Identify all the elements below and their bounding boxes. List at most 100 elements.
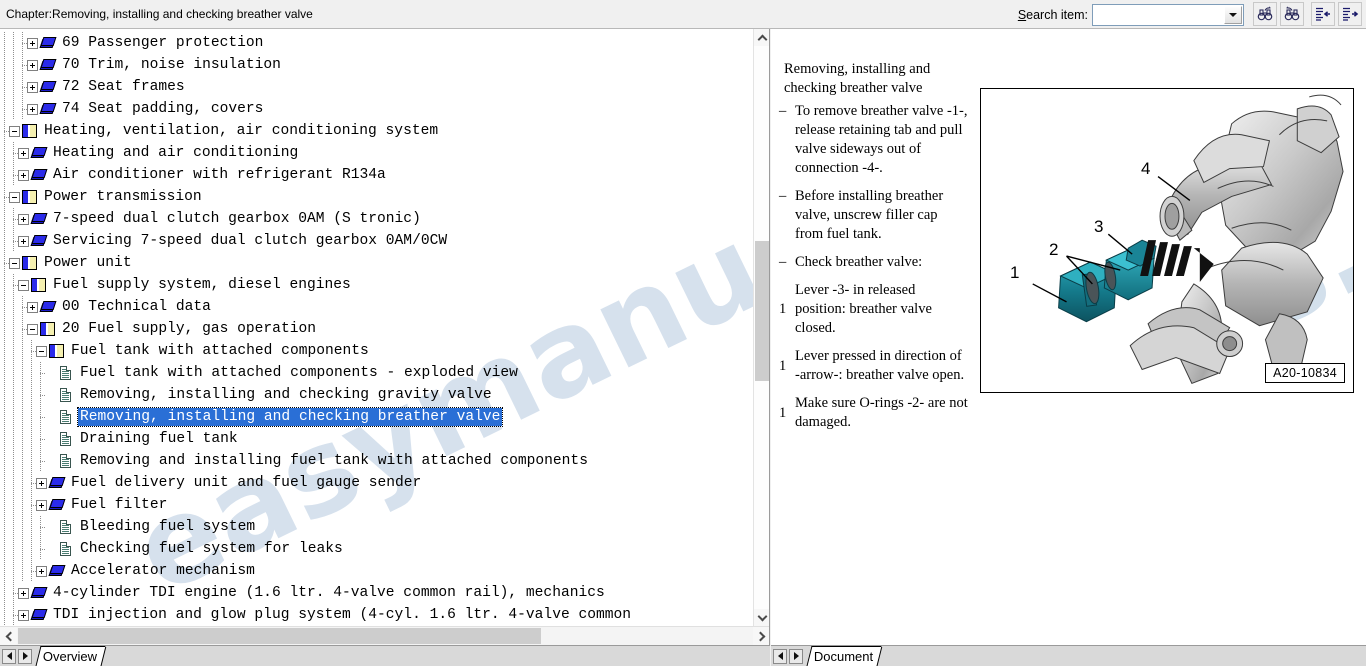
tree-item[interactable]: Draining fuel tank — [0, 428, 754, 450]
search-input[interactable] — [1095, 5, 1223, 24]
tree-item-label: TDI injection and glow plug system (4-cy… — [53, 607, 632, 623]
tree-item-label: 20 Fuel supply, gas operation — [62, 321, 316, 337]
document-icon — [57, 518, 76, 536]
tree-item[interactable]: Bleeding fuel system — [0, 516, 754, 538]
collapse-node-button[interactable] — [9, 191, 20, 203]
tree-indent-guide — [18, 450, 27, 472]
tree-item[interactable]: 20 Fuel supply, gas operation — [0, 318, 754, 340]
expand-node-button[interactable] — [18, 609, 29, 621]
search-previous-button[interactable] — [1253, 2, 1277, 26]
expand-node-button[interactable] — [27, 59, 38, 71]
tab-document[interactable]: Document — [806, 646, 882, 666]
tree-item[interactable]: 69 Passenger protection — [0, 32, 754, 54]
tree-item[interactable]: 74 Seat padding, covers — [0, 98, 754, 120]
instruction-marker: – — [779, 188, 787, 204]
tree-item[interactable]: Power unit — [0, 252, 754, 274]
tab-next-button-left[interactable] — [18, 648, 32, 664]
expand-node-button[interactable] — [18, 147, 29, 159]
tab-next-button-right[interactable] — [789, 648, 803, 664]
tree-item[interactable]: TDI injection and glow plug system (4-cy… — [0, 604, 754, 626]
tree-item[interactable]: Heating, ventilation, air conditioning s… — [0, 120, 754, 142]
tree-indent-guide — [0, 208, 9, 230]
tree-viewport[interactable]: easymanuals 69 Passenger protection 70 Tr… — [0, 29, 754, 626]
tree-item[interactable]: Fuel supply system, diesel engines — [0, 274, 754, 296]
expand-node-button[interactable] — [36, 477, 47, 489]
tree-item[interactable]: Fuel filter — [0, 494, 754, 516]
scroll-left-button[interactable] — [0, 627, 17, 645]
tree-item[interactable]: Accelerator mechanism — [0, 560, 754, 582]
expand-node-button[interactable] — [36, 499, 47, 511]
tree-item[interactable]: Air conditioner with refrigerant R134a — [0, 164, 754, 186]
left-tab-strip: Overview — [0, 645, 770, 666]
tree-vertical-scrollbar[interactable] — [753, 29, 769, 626]
tree-item[interactable]: Removing, installing and checking gravit… — [0, 384, 754, 406]
tree-item-label: 72 Seat frames — [62, 79, 185, 95]
tab-strip-filler-left — [103, 645, 770, 666]
collapse-node-button[interactable] — [9, 125, 20, 137]
tree-horizontal-scrollbar[interactable] — [0, 626, 769, 645]
closed-book-icon — [30, 166, 49, 184]
tree-item-label: 69 Passenger protection — [62, 35, 264, 51]
tree-item-label: Fuel tank with attached components - exp… — [80, 365, 518, 381]
expand-node-button[interactable] — [27, 301, 38, 313]
tree-item[interactable]: Removing and installing fuel tank with a… — [0, 450, 754, 472]
expand-node-button[interactable] — [36, 565, 47, 577]
expand-node-button[interactable] — [27, 37, 38, 49]
tree-indent-guide — [0, 384, 9, 406]
tree-indent-guide — [27, 340, 37, 362]
tree-item-selected[interactable]: Removing, installing and checking breath… — [0, 406, 754, 428]
closed-book-icon — [30, 144, 49, 162]
scroll-up-button[interactable] — [754, 29, 769, 46]
tree-item[interactable]: 72 Seat frames — [0, 76, 754, 98]
tree-item[interactable]: Servicing 7-speed dual clutch gearbox 0A… — [0, 230, 754, 252]
collapse-node-button[interactable] — [27, 323, 38, 335]
tab-prev-button-right[interactable] — [773, 648, 787, 664]
tree-indent-guide — [0, 98, 9, 120]
tree-item[interactable]: Fuel tank with attached components — [0, 340, 754, 362]
figure-callout-2: 2 — [1049, 240, 1059, 259]
horizontal-scroll-thumb[interactable] — [18, 628, 541, 644]
expand-node-button[interactable] — [18, 213, 29, 225]
chevron-down-icon[interactable] — [1224, 5, 1242, 24]
document-icon — [57, 430, 76, 448]
tree-item[interactable]: Fuel delivery unit and fuel gauge sender — [0, 472, 754, 494]
scroll-right-button[interactable] — [753, 627, 769, 645]
tree-item[interactable]: Power transmission — [0, 186, 754, 208]
tree-indent-guide — [9, 560, 18, 582]
expand-node-button[interactable] — [18, 587, 29, 599]
tree-indent-guide — [0, 76, 9, 98]
expand-node-button[interactable] — [18, 169, 29, 181]
expand-node-button[interactable] — [27, 103, 38, 115]
document-instruction: – Before installing breather valve, unscr… — [779, 187, 969, 244]
tab-overview[interactable]: Overview — [35, 646, 106, 666]
tree-indent-guide — [9, 98, 18, 120]
scroll-down-button[interactable] — [754, 609, 769, 626]
tree-item[interactable]: Fuel tank with attached components - exp… — [0, 362, 754, 384]
search-next-button[interactable] — [1280, 2, 1304, 26]
document-icon — [57, 452, 76, 470]
collapse-to-previous-button[interactable] — [1311, 2, 1335, 26]
vertical-scroll-thumb[interactable] — [755, 241, 769, 381]
tree-indent-guide — [36, 362, 46, 384]
tree-indent-guide — [36, 406, 46, 428]
document-icon — [57, 540, 76, 558]
tree-item[interactable]: Checking fuel system for leaks — [0, 538, 754, 560]
expand-node-button[interactable] — [27, 81, 38, 93]
collapse-node-button[interactable] — [18, 279, 29, 291]
search-navigation-group — [1250, 2, 1304, 26]
tree-item[interactable]: 70 Trim, noise insulation — [0, 54, 754, 76]
collapse-node-button[interactable] — [9, 257, 20, 269]
tab-prev-button-left[interactable] — [2, 648, 16, 664]
expand-to-next-button[interactable] — [1338, 2, 1362, 26]
tree-item[interactable]: 4-cylinder TDI engine (1.6 ltr. 4-valve … — [0, 582, 754, 604]
expand-node-button[interactable] — [18, 235, 29, 247]
tree-item[interactable]: Heating and air conditioning — [0, 142, 754, 164]
tree-item[interactable]: 7-speed dual clutch gearbox 0AM (S troni… — [0, 208, 754, 230]
tree-item[interactable]: 00 Technical data — [0, 296, 754, 318]
tab-overview-label: Overview — [42, 649, 98, 664]
collapse-node-button[interactable] — [36, 345, 47, 357]
search-item-combobox[interactable] — [1092, 3, 1244, 26]
